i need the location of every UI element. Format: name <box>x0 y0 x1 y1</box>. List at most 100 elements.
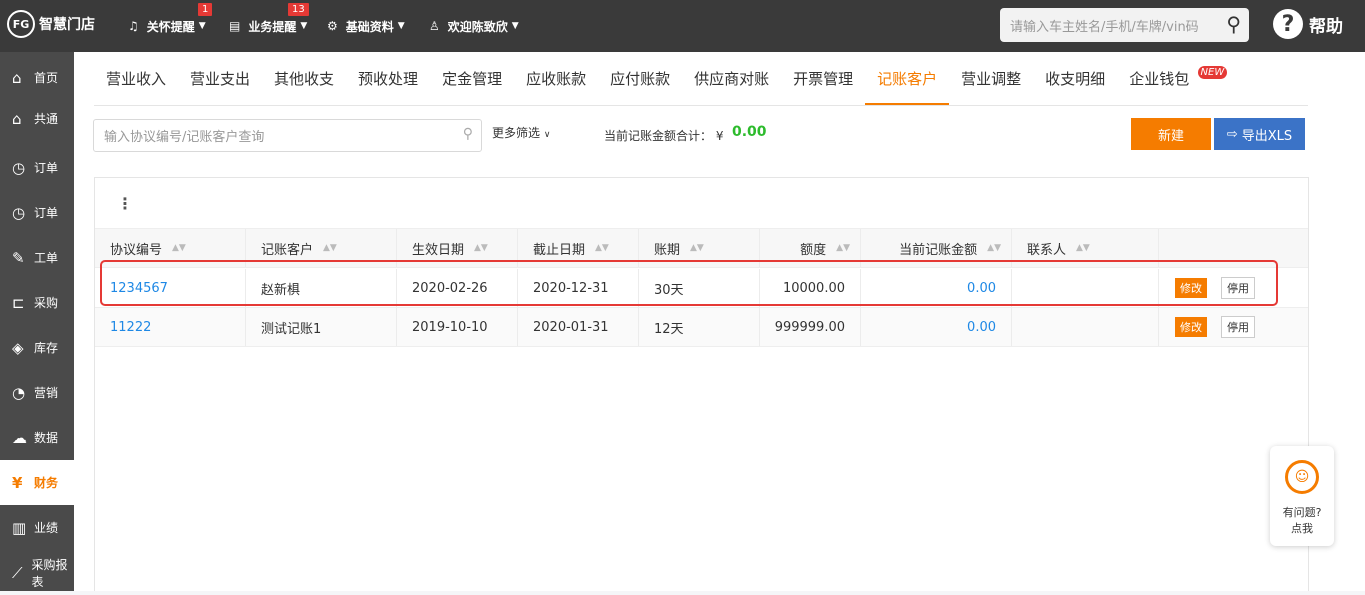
tab-other-income-expense[interactable]: 其他收支 <box>262 52 346 105</box>
new-badge: NEW <box>1197 66 1228 79</box>
document-icon: ▤ <box>229 19 241 33</box>
column-header-term[interactable]: 账期 ▲▼ <box>639 229 760 267</box>
column-label: 当前记账金额 <box>899 242 978 258</box>
disable-button[interactable]: 停用 <box>1221 277 1255 299</box>
table-row: 11222 测试记账1 2019-10-10 2020-01-31 12天 99… <box>95 308 1308 347</box>
column-header-current-amount[interactable]: 当前记账金额 ▲▼ <box>861 229 1012 267</box>
sort-icon: ▲▼ <box>690 243 704 253</box>
nav-care-reminder[interactable]: ♫ 关怀提醒 ▼ 1 <box>128 0 213 52</box>
sidebar-item-purchase-report[interactable]: ⟋ 采购报表 <box>0 550 74 595</box>
sidebar-item-marketing[interactable]: ◔ 营销 <box>0 370 74 415</box>
new-button[interactable]: 新建 <box>1131 118 1211 150</box>
sort-icon: ▲▼ <box>1076 243 1090 253</box>
nav-label: 业务提醒 <box>248 19 297 34</box>
column-header-start-date[interactable]: 生效日期 ▲▼ <box>397 229 518 267</box>
wrench-icon: ✎ <box>12 248 25 267</box>
column-header-limit[interactable]: 额度 ▲▼ <box>760 229 861 267</box>
app-logo[interactable]: FG 智慧门店 <box>7 10 95 38</box>
sidebar-item-orders[interactable]: ◷ 订单 <box>0 145 74 190</box>
pie-icon: ◔ <box>12 383 26 402</box>
table-header: 协议编号 ▲▼ 记账客户 ▲▼ 生效日期 ▲▼ 截止日期 ▲▼ 账期 ▲▼ 额度 ▲▼ 当前… <box>95 228 1308 268</box>
cart-icon: ⊏ <box>12 293 25 312</box>
column-label: 协议编号 <box>110 242 163 258</box>
nav-label: 关怀提醒 <box>146 19 195 34</box>
column-header-agreement-no[interactable]: 协议编号 ▲▼ <box>95 229 246 267</box>
nav-basic-data[interactable]: ⚙ 基础资料 ▼ <box>327 0 405 52</box>
export-xls-button[interactable]: ⇨ 导出XLS <box>1214 118 1305 150</box>
chevron-down-icon: ∨ <box>543 130 551 140</box>
line-chart-icon: ⟋ <box>12 563 23 582</box>
credit-customer-table: ⋮ 协议编号 ▲▼ 记账客户 ▲▼ 生效日期 ▲▼ 截止日期 ▲▼ 账期 ▲▼ 额度 ▲▼ … <box>94 177 1309 591</box>
sort-icon: ▲▼ <box>323 243 337 253</box>
sidebar-item-finance[interactable]: ¥ 财务 <box>0 460 74 505</box>
search-icon[interactable]: ⚲ <box>463 126 473 142</box>
tab-invoicing[interactable]: 开票管理 <box>781 52 865 105</box>
sidebar-item-performance[interactable]: ▥ 业绩 <box>0 505 74 550</box>
column-label: 生效日期 <box>412 242 465 258</box>
history-icon: ◷ <box>12 203 26 222</box>
edit-button[interactable]: 修改 <box>1175 278 1207 298</box>
end-date-cell: 2020-12-31 <box>533 280 609 296</box>
tab-business-expense[interactable]: 营业支出 <box>178 52 262 105</box>
search-input[interactable]: 输入协议编号/记账客户查询 ⚲ <box>93 119 482 152</box>
tab-credit-customers[interactable]: 记账客户 <box>865 52 950 105</box>
column-header-contact[interactable]: 联系人 ▲▼ <box>1012 229 1159 267</box>
notification-badge: 1 <box>198 3 213 16</box>
sort-icon: ▲▼ <box>595 243 609 253</box>
new-button-label: 新建 <box>1157 128 1184 144</box>
main-content: 营业收入 营业支出 其他收支 预收处理 定金管理 应收账款 应付账款 供应商对账… <box>74 52 1365 591</box>
column-header-end-date[interactable]: 截止日期 ▲▼ <box>518 229 639 267</box>
sidebar-item-data[interactable]: ☁ 数据 <box>0 415 74 460</box>
sidebar-item-label: 订单 <box>34 206 59 220</box>
sidebar-item-label: 数据 <box>34 431 59 445</box>
column-header-customer[interactable]: 记账客户 ▲▼ <box>246 229 397 267</box>
current-amount-cell[interactable]: 0.00 <box>967 281 996 296</box>
agreement-no-link[interactable]: 1234567 <box>110 281 168 296</box>
tab-enterprise-wallet[interactable]: 企业钱包 NEW <box>1117 52 1228 105</box>
column-settings-icon[interactable]: ⋮ <box>117 194 133 213</box>
tab-income-expense-detail[interactable]: 收支明细 <box>1033 52 1117 105</box>
export-button-label: 导出XLS <box>1241 128 1293 144</box>
sidebar-item-home[interactable]: ⌂ 首页 <box>0 55 74 100</box>
tab-business-adjustment[interactable]: 营业调整 <box>949 52 1033 105</box>
customer-cell: 测试记账1 <box>261 321 322 337</box>
bell-icon: ♫ <box>128 19 139 33</box>
limit-cell: 999999.00 <box>774 319 845 335</box>
sidebar-item-orders-2[interactable]: ◷ 订单 <box>0 190 74 235</box>
current-amount-cell[interactable]: 0.00 <box>967 320 996 335</box>
agreement-no-link[interactable]: 11222 <box>110 320 151 335</box>
sidebar-item-label: 业绩 <box>34 521 59 535</box>
history-icon: ◷ <box>12 158 26 177</box>
nav-label: 欢迎陈致欣 <box>447 19 508 34</box>
start-date-cell: 2020-02-26 <box>412 280 488 296</box>
sidebar-item-label: 采购报表 <box>31 557 68 589</box>
sidebar-item-label: 财务 <box>34 476 59 490</box>
tab-business-income[interactable]: 营业收入 <box>94 52 178 105</box>
sidebar-item-inventory[interactable]: ◈ 库存 <box>0 325 74 370</box>
total-amount-label: 当前记账金额合计： ¥ <box>604 129 724 143</box>
sidebar-item-common[interactable]: ⌂ 共通 <box>0 96 74 141</box>
sort-icon: ▲▼ <box>987 243 1001 253</box>
sort-icon: ▲▼ <box>474 243 488 253</box>
table-row: 1234567 赵新椇 2020-02-26 2020-12-31 30天 10… <box>95 269 1308 308</box>
tab-payables[interactable]: 应付账款 <box>598 52 682 105</box>
tab-prepayment[interactable]: 预收处理 <box>346 52 430 105</box>
sidebar-item-purchase[interactable]: ⊏ 采购 <box>0 280 74 325</box>
edit-button[interactable]: 修改 <box>1175 317 1207 337</box>
tab-receivables[interactable]: 应收账款 <box>514 52 598 105</box>
disable-button[interactable]: 停用 <box>1221 316 1255 338</box>
nav-user-menu[interactable]: ♙ 欢迎陈致欣 ▼ <box>429 0 519 52</box>
app-name: 智慧门店 <box>39 17 95 33</box>
export-icon: ⇨ <box>1226 126 1238 142</box>
customer-service-widget[interactable]: ☺ 有问题? 点我 <box>1270 446 1334 546</box>
help-button[interactable]: ? 帮助 <box>1273 9 1343 39</box>
more-filter-dropdown[interactable]: 更多筛选 ∨ <box>492 124 550 141</box>
global-search-input[interactable]: 请输入车主姓名/手机/车牌/vin码 ⚲ <box>1000 8 1249 42</box>
nav-business-reminder[interactable]: ▤ 业务提醒 ▼ 13 <box>229 0 309 52</box>
sort-icon: ▲▼ <box>836 243 850 253</box>
search-icon[interactable]: ⚲ <box>1226 12 1241 36</box>
column-label: 账期 <box>654 242 681 258</box>
tab-supplier-reconciliation[interactable]: 供应商对账 <box>682 52 781 105</box>
sidebar-item-work-orders[interactable]: ✎ 工单 <box>0 235 74 280</box>
tab-deposit[interactable]: 定金管理 <box>430 52 514 105</box>
